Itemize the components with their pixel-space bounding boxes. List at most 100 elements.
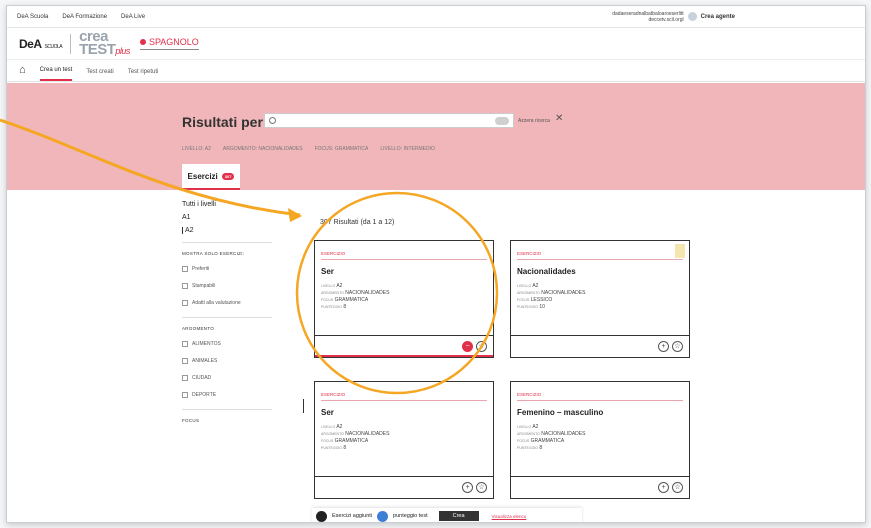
- checkbox-icon: [182, 266, 188, 272]
- checkbox-stampabili[interactable]: Stampabili: [182, 283, 277, 289]
- checkbox-icon: [182, 341, 188, 347]
- card-type: ESERCIZIO: [321, 392, 346, 397]
- dea-logo[interactable]: DeA SCUOLA: [19, 37, 63, 51]
- show-only-heading: Mostra Solo Esercizi:: [182, 251, 245, 256]
- card-argomento: NACIONALIDADES: [345, 431, 390, 437]
- user-email-line2: deccetv.scil.orgl: [648, 16, 684, 23]
- bookmark-icon[interactable]: [675, 244, 685, 258]
- level-a1[interactable]: A1: [182, 214, 277, 221]
- home-icon[interactable]: ⌂: [19, 64, 26, 76]
- checkbox-label: Stampabili: [192, 283, 216, 289]
- card-punteggio: 8: [539, 445, 543, 451]
- add-icon[interactable]: +: [658, 482, 669, 493]
- checkbox-preferiti[interactable]: Preferiti: [182, 266, 277, 272]
- link-dea-live[interactable]: DeA Live: [121, 14, 145, 20]
- divider: [182, 317, 272, 318]
- link-dea-scuola[interactable]: DeA Scuola: [17, 14, 48, 20]
- star-icon[interactable]: ☆: [476, 341, 487, 352]
- card-actions: + ☆: [658, 482, 683, 493]
- star-icon[interactable]: ☆: [672, 341, 683, 352]
- meta-label: Livello: [517, 284, 532, 288]
- checkbox-animales[interactable]: ANIMALES: [182, 358, 277, 364]
- createst-logo-plus: plus: [115, 45, 130, 56]
- card-title: Femenino – masculino: [517, 408, 604, 417]
- createst-logo[interactable]: crea TESTplus: [79, 29, 130, 58]
- exercise-card[interactable]: ESERCIZIO Femenino – masculino Livello A…: [510, 381, 690, 499]
- main-nav: ⌂ Crea un test Test creati Test ripetuti: [7, 60, 865, 82]
- add-icon[interactable]: +: [462, 482, 473, 493]
- level-a2[interactable]: A2: [182, 227, 277, 234]
- close-icon[interactable]: ✕: [555, 113, 563, 124]
- logo-divider: [70, 33, 72, 54]
- tab-test-creati[interactable]: Test creati: [86, 69, 113, 81]
- add-icon[interactable]: +: [658, 341, 669, 352]
- checkbox-alimentos[interactable]: ALIMENTOS: [182, 341, 277, 347]
- filter-chip[interactable]: ARGOMENTO: NACIONALIDADES: [223, 146, 303, 152]
- card-argomento: NACIONALIDADES: [345, 290, 390, 296]
- focus-heading: Focus: [182, 418, 200, 423]
- checkbox-valutazione[interactable]: Adatti alla valutazione: [182, 300, 277, 306]
- card-meta: Livello A2 Argomento NACIONALIDADES Focu…: [321, 424, 389, 452]
- view-list-link[interactable]: Visualizza elenco: [492, 514, 527, 519]
- crea-button[interactable]: Crea: [438, 511, 479, 521]
- meta-label: Punteggio: [321, 446, 343, 450]
- link-dea-formazione[interactable]: DeA Formazione: [62, 14, 107, 20]
- checkbox-label: Preferiti: [192, 266, 210, 272]
- results-count: 307 Risultati (da 1 a 12): [320, 219, 395, 226]
- card-title: Ser: [321, 267, 334, 276]
- filter-sidebar: Tutti i livelli A1 A2 Mostra Solo Eserci…: [182, 201, 304, 433]
- sidebar-scrollbar[interactable]: [303, 399, 304, 413]
- tab-esercizi[interactable]: Esercizi 307: [182, 164, 240, 190]
- filter-chip[interactable]: LIVELLO: A2: [182, 146, 211, 152]
- search-icon: [269, 117, 276, 124]
- filter-chip[interactable]: FOCUS: GRAMMATICA: [315, 146, 369, 152]
- search-input[interactable]: [264, 113, 514, 128]
- exercise-card[interactable]: ESERCIZIO Ser Livello A2 Argomento NACIO…: [314, 381, 494, 499]
- subject-dot-icon: [139, 39, 146, 45]
- logo-row: DeA SCUOLA crea TESTplus SPAGNOLO: [7, 28, 865, 60]
- meta-label: Focus: [321, 439, 334, 443]
- remove-icon[interactable]: −: [462, 341, 473, 352]
- level-list: Tutti i livelli A1 A2: [182, 201, 277, 234]
- topic-heading: Argomento: [182, 326, 215, 331]
- checkbox-icon: [182, 392, 188, 398]
- checkbox-label: CIUDAD: [192, 375, 212, 381]
- avatar[interactable]: [687, 12, 697, 21]
- subject-selector[interactable]: SPAGNOLO: [139, 37, 199, 50]
- checkbox-label: ANIMALES: [192, 358, 218, 364]
- card-livello: A2: [532, 424, 539, 430]
- card-meta: Livello A2 Argomento NACIONALIDADES Focu…: [517, 424, 585, 452]
- filter-chip[interactable]: LIVELLO: INTERMEDIO: [380, 146, 434, 152]
- star-icon[interactable]: ☆: [476, 482, 487, 493]
- meta-label: Focus: [517, 439, 530, 443]
- search-clear-pill[interactable]: [495, 116, 509, 125]
- divider: [182, 409, 272, 410]
- tab-crea-test[interactable]: Crea un test: [39, 67, 73, 81]
- checkbox-ciudad[interactable]: CIUDAD: [182, 375, 277, 381]
- checkbox-deporte[interactable]: DEPORTE: [182, 392, 277, 398]
- card-focus: LESSICO: [530, 297, 553, 303]
- level-all[interactable]: Tutti i livelli: [182, 201, 277, 208]
- card-meta: Livello A2 Argomento NACIONALIDADES Focu…: [321, 283, 389, 311]
- card-divider: [517, 259, 683, 260]
- card-punteggio: 8: [343, 445, 347, 451]
- checkbox-label: DEPORTE: [192, 392, 217, 398]
- card-meta: Livello A2 Argomento NACIONALIDADES Focu…: [517, 283, 585, 311]
- crea-agente-link[interactable]: Crea agente: [701, 14, 735, 20]
- checkbox-label: ALIMENTOS: [192, 341, 221, 347]
- exercise-card[interactable]: ESERCIZIO Nacionalidades Livello A2 Argo…: [510, 240, 690, 358]
- tab-test-ripetuti[interactable]: Test ripetuti: [128, 69, 159, 81]
- score-icon: [377, 510, 389, 522]
- results-count-badge: 307: [221, 172, 235, 180]
- card-focus: GRAMMATICA: [530, 438, 565, 444]
- reset-search-link[interactable]: Azzera ricerca: [518, 118, 550, 124]
- card-argomento: NACIONALIDADES: [541, 290, 586, 296]
- meta-label: Argomento: [321, 432, 344, 436]
- checkbox-icon: [182, 300, 188, 306]
- card-type: ESERCIZIO: [321, 251, 346, 256]
- card-divider: [517, 400, 683, 401]
- exercise-card[interactable]: ESERCIZIO Ser Livello A2 Argomento NACIO…: [314, 240, 494, 358]
- meta-label: Livello: [321, 284, 336, 288]
- star-icon[interactable]: ☆: [672, 482, 683, 493]
- card-focus: GRAMMATICA: [334, 438, 369, 444]
